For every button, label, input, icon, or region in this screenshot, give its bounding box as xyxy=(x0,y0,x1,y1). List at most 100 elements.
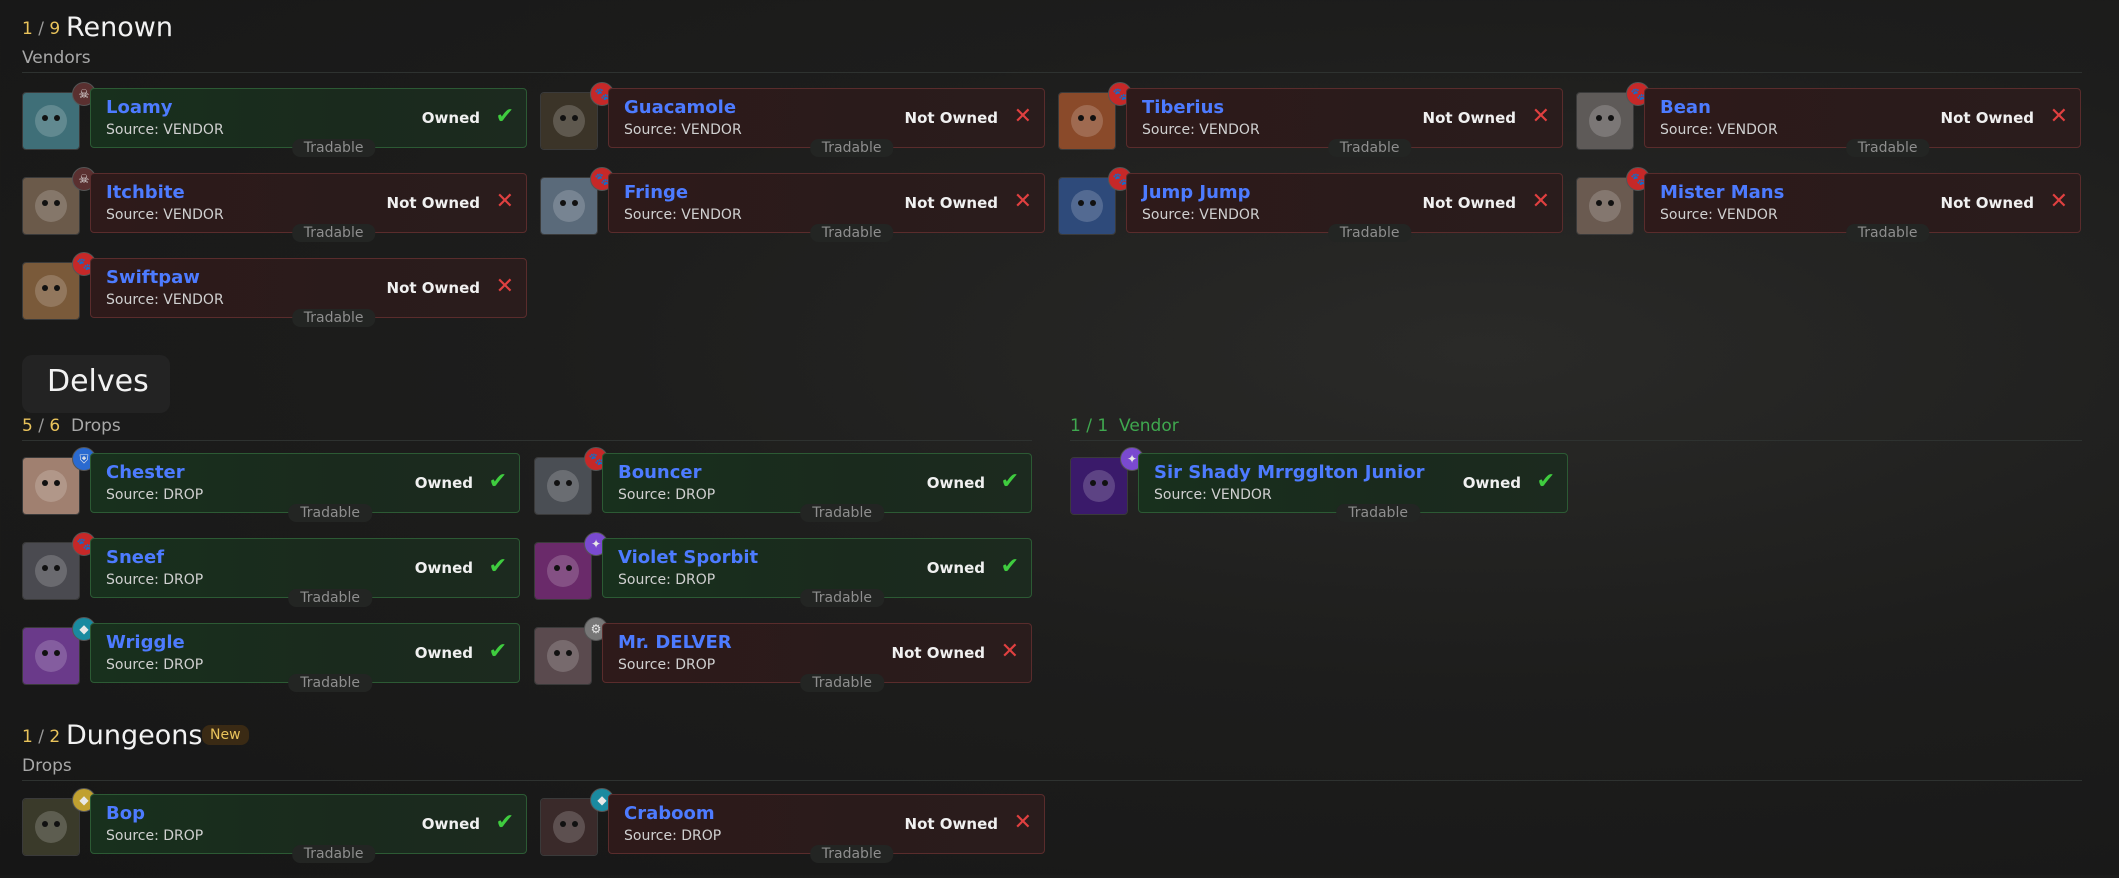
new-badge: New xyxy=(202,725,249,745)
pet-card[interactable]: ◆ Craboom Source: DROP Not Owned ✕ Tradable xyxy=(540,788,1045,878)
cross-icon: ✕ xyxy=(1531,189,1550,214)
pet-card-body[interactable]: Swiftpaw Source: VENDOR Not Owned ✕ Tradable xyxy=(90,258,527,327)
pet-source: Source: DROP xyxy=(106,487,204,503)
pet-source: Source: DROP xyxy=(618,657,716,673)
ownership-status: Not Owned xyxy=(904,815,998,833)
pet-card-body[interactable]: Sneef Source: DROP Owned ✔ Tradable xyxy=(90,538,520,607)
pet-card[interactable]: 🐾 Bouncer Source: DROP Owned ✔ Tradable xyxy=(534,447,1032,537)
pet-card[interactable]: ⛨ Chester Source: DROP Owned ✔ Tradable xyxy=(22,447,520,537)
pet-name-link[interactable]: Mr. DELVER xyxy=(618,632,732,653)
pet-card-body[interactable]: Chester Source: DROP Owned ✔ Tradable xyxy=(90,453,520,522)
pet-card-body[interactable]: Tiberius Source: VENDOR Not Owned ✕ Tradable xyxy=(1126,88,1563,157)
pet-name-link[interactable]: Wriggle xyxy=(106,632,185,653)
pet-card-body[interactable]: Fringe Source: VENDOR Not Owned ✕ Tradable xyxy=(608,173,1045,242)
pet-card-body[interactable]: Bop Source: DROP Owned ✔ Tradable xyxy=(90,794,527,863)
tradable-tag: Tradable xyxy=(1845,224,1930,242)
delves-vendor-sep: / xyxy=(1086,416,1092,436)
pet-card[interactable]: ☠ Loamy Source: VENDOR Owned ✔ Tradable xyxy=(22,82,527,172)
pet-card[interactable]: 🐾 Guacamole Source: VENDOR Not Owned ✕ Tradab… xyxy=(540,82,1045,172)
pet-source: Source: VENDOR xyxy=(1142,207,1260,223)
tradable-tag: Tradable xyxy=(288,674,372,692)
cross-icon: ✕ xyxy=(2049,189,2068,214)
pet-card[interactable]: ✦ Sir Shady Mrrgglton Junior Source: VENDO… xyxy=(1070,447,1568,537)
ownership-status: Owned xyxy=(414,644,473,662)
pet-card[interactable]: 🐾 Mister Mans Source: VENDOR Not Owned ✕ Trad… xyxy=(1576,167,2081,257)
pet-card[interactable]: 🐾 Sneef Source: DROP Owned ✔ Tradable xyxy=(22,532,520,622)
ownership-status: Owned xyxy=(1462,474,1521,492)
pet-source: Source: DROP xyxy=(618,572,716,588)
pet-name-link[interactable]: Fringe xyxy=(624,182,688,203)
violet-sporbit-icon xyxy=(534,542,592,600)
pet-card-body[interactable]: Loamy Source: VENDOR Owned ✔ Tradable xyxy=(90,88,527,157)
renown-count-sep: / xyxy=(38,19,44,39)
craboom-icon xyxy=(540,798,598,856)
pet-name-link[interactable]: Chester xyxy=(106,462,185,483)
cross-icon: ✕ xyxy=(1013,104,1032,129)
pet-source: Source: VENDOR xyxy=(624,207,742,223)
loamy-icon xyxy=(22,92,80,150)
pet-source: Source: VENDOR xyxy=(1660,122,1778,138)
mistermans-icon xyxy=(1576,177,1634,235)
pet-source: Source: VENDOR xyxy=(106,122,224,138)
pet-card[interactable]: ⚙ Mr. DELVER Source: DROP Not Owned ✕ Tradabl… xyxy=(534,617,1032,707)
dungeons-divider xyxy=(22,780,2082,781)
pet-card[interactable]: 🐾 Swiftpaw Source: VENDOR Not Owned ✕ Tradabl… xyxy=(22,252,527,342)
pet-card[interactable]: 🐾 Jump Jump Source: VENDOR Not Owned ✕ Tradab… xyxy=(1058,167,1563,257)
pet-name-link[interactable]: Swiftpaw xyxy=(106,267,200,288)
ownership-status: Not Owned xyxy=(1940,109,2034,127)
pet-card[interactable]: ✦ Violet Sporbit Source: DROP Owned ✔ Tradabl… xyxy=(534,532,1032,622)
pet-card[interactable]: 🐾 Bean Source: VENDOR Not Owned ✕ Tradable xyxy=(1576,82,2081,172)
renown-title: Renown xyxy=(66,12,173,43)
ownership-status: Not Owned xyxy=(386,194,480,212)
pet-name-link[interactable]: Jump Jump xyxy=(1142,182,1251,203)
pet-name-link[interactable]: Sir Shady Mrrgglton Junior xyxy=(1154,462,1424,483)
ownership-status: Owned xyxy=(421,109,480,127)
pet-card[interactable]: 🐾 Tiberius Source: VENDOR Not Owned ✕ Tradabl… xyxy=(1058,82,1563,172)
ownership-status: Not Owned xyxy=(904,194,998,212)
pet-name-link[interactable]: Bean xyxy=(1660,97,1711,118)
pet-card[interactable]: ◆ Bop Source: DROP Owned ✔ Tradable xyxy=(22,788,527,878)
ownership-status: Not Owned xyxy=(1422,109,1516,127)
pet-name-link[interactable]: Mister Mans xyxy=(1660,182,1784,203)
delves-drops-total: 6 xyxy=(49,416,61,436)
delves-drops-text: Drops xyxy=(71,416,121,436)
renown-count: 1 / 9 xyxy=(22,19,60,39)
pet-card-body[interactable]: Violet Sporbit Source: DROP Owned ✔ Tradable xyxy=(602,538,1032,607)
tiberius-icon xyxy=(1058,92,1116,150)
pet-card-body[interactable]: Itchbite Source: VENDOR Not Owned ✕ Tradable xyxy=(90,173,527,242)
pet-card-body[interactable]: Mister Mans Source: VENDOR Not Owned ✕ Trada… xyxy=(1644,173,2081,242)
pet-name-link[interactable]: Loamy xyxy=(106,97,172,118)
cross-icon: ✕ xyxy=(1013,810,1032,835)
pet-source: Source: VENDOR xyxy=(1142,122,1260,138)
cross-icon: ✕ xyxy=(1531,104,1550,129)
pet-card[interactable]: ◆ Wriggle Source: DROP Owned ✔ Tradable xyxy=(22,617,520,707)
pet-name-link[interactable]: Guacamole xyxy=(624,97,736,118)
pet-card-body[interactable]: Bouncer Source: DROP Owned ✔ Tradable xyxy=(602,453,1032,522)
pet-card-body[interactable]: Craboom Source: DROP Not Owned ✕ Tradable xyxy=(608,794,1045,863)
bop-icon xyxy=(22,798,80,856)
pet-card-body[interactable]: Guacamole Source: VENDOR Not Owned ✕ Tradabl… xyxy=(608,88,1045,157)
tradable-tag: Tradable xyxy=(809,845,894,863)
pet-card-body[interactable]: Bean Source: VENDOR Not Owned ✕ Tradable xyxy=(1644,88,2081,157)
pet-card-body[interactable]: Sir Shady Mrrgglton Junior Source: VENDOR… xyxy=(1138,453,1568,522)
check-icon: ✔ xyxy=(1000,469,1019,494)
pet-card-body[interactable]: Mr. DELVER Source: DROP Not Owned ✕ Tradable xyxy=(602,623,1032,692)
dungeons-count-total: 2 xyxy=(49,727,61,747)
mr-delver-icon xyxy=(534,627,592,685)
pet-name-link[interactable]: Itchbite xyxy=(106,182,185,203)
pet-name-link[interactable]: Bop xyxy=(106,803,145,824)
pet-card-body[interactable]: Jump Jump Source: VENDOR Not Owned ✕ Tradabl… xyxy=(1126,173,1563,242)
pet-card[interactable]: 🐾 Fringe Source: VENDOR Not Owned ✕ Tradable xyxy=(540,167,1045,257)
pet-source: Source: DROP xyxy=(106,828,204,844)
check-icon: ✔ xyxy=(488,469,507,494)
pet-name-link[interactable]: Bouncer xyxy=(618,462,701,483)
pet-source: Source: VENDOR xyxy=(106,207,224,223)
pet-name-link[interactable]: Sneef xyxy=(106,547,164,568)
bouncer-icon xyxy=(534,457,592,515)
pet-name-link[interactable]: Tiberius xyxy=(1142,97,1224,118)
pet-card[interactable]: ☠ Itchbite Source: VENDOR Not Owned ✕ Tradabl… xyxy=(22,167,527,257)
check-icon: ✔ xyxy=(495,810,514,835)
pet-card-body[interactable]: Wriggle Source: DROP Owned ✔ Tradable xyxy=(90,623,520,692)
pet-name-link[interactable]: Craboom xyxy=(624,803,715,824)
pet-name-link[interactable]: Violet Sporbit xyxy=(618,547,758,568)
